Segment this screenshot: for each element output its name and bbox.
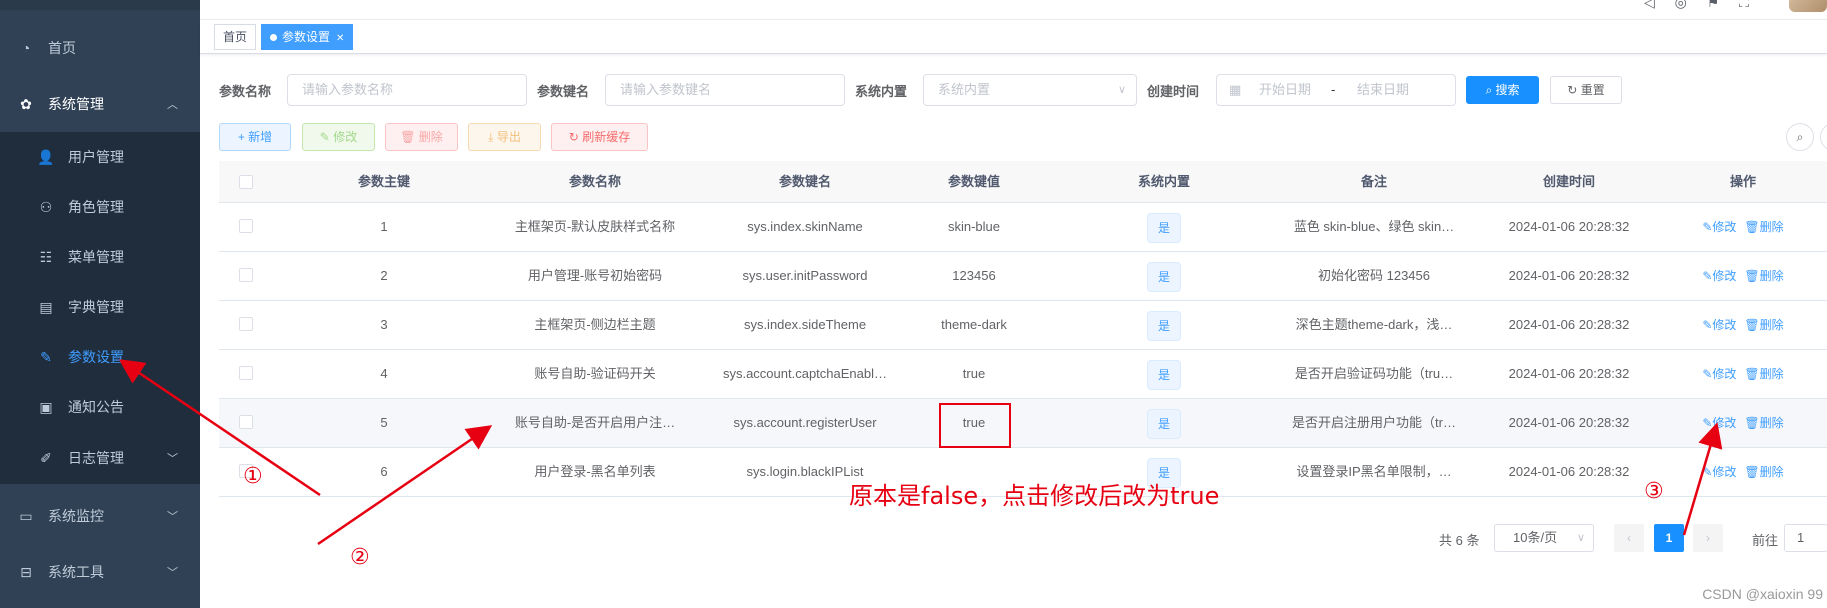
annotation-marker-3: ③ [1644,479,1664,504]
annotation-note: 原本是false，点击修改后改为true [849,482,1220,510]
annotation-arrow-2 [317,425,493,546]
annotation-marker-2: ② [350,545,370,570]
watermark: CSDN @xaioxin 99 [1702,586,1823,602]
annotation-arrow-1 [118,359,321,497]
annotation-arrow-3 [1682,422,1723,536]
annotation-arrows [118,359,1723,546]
annotation-marker-1: ① [243,464,263,489]
